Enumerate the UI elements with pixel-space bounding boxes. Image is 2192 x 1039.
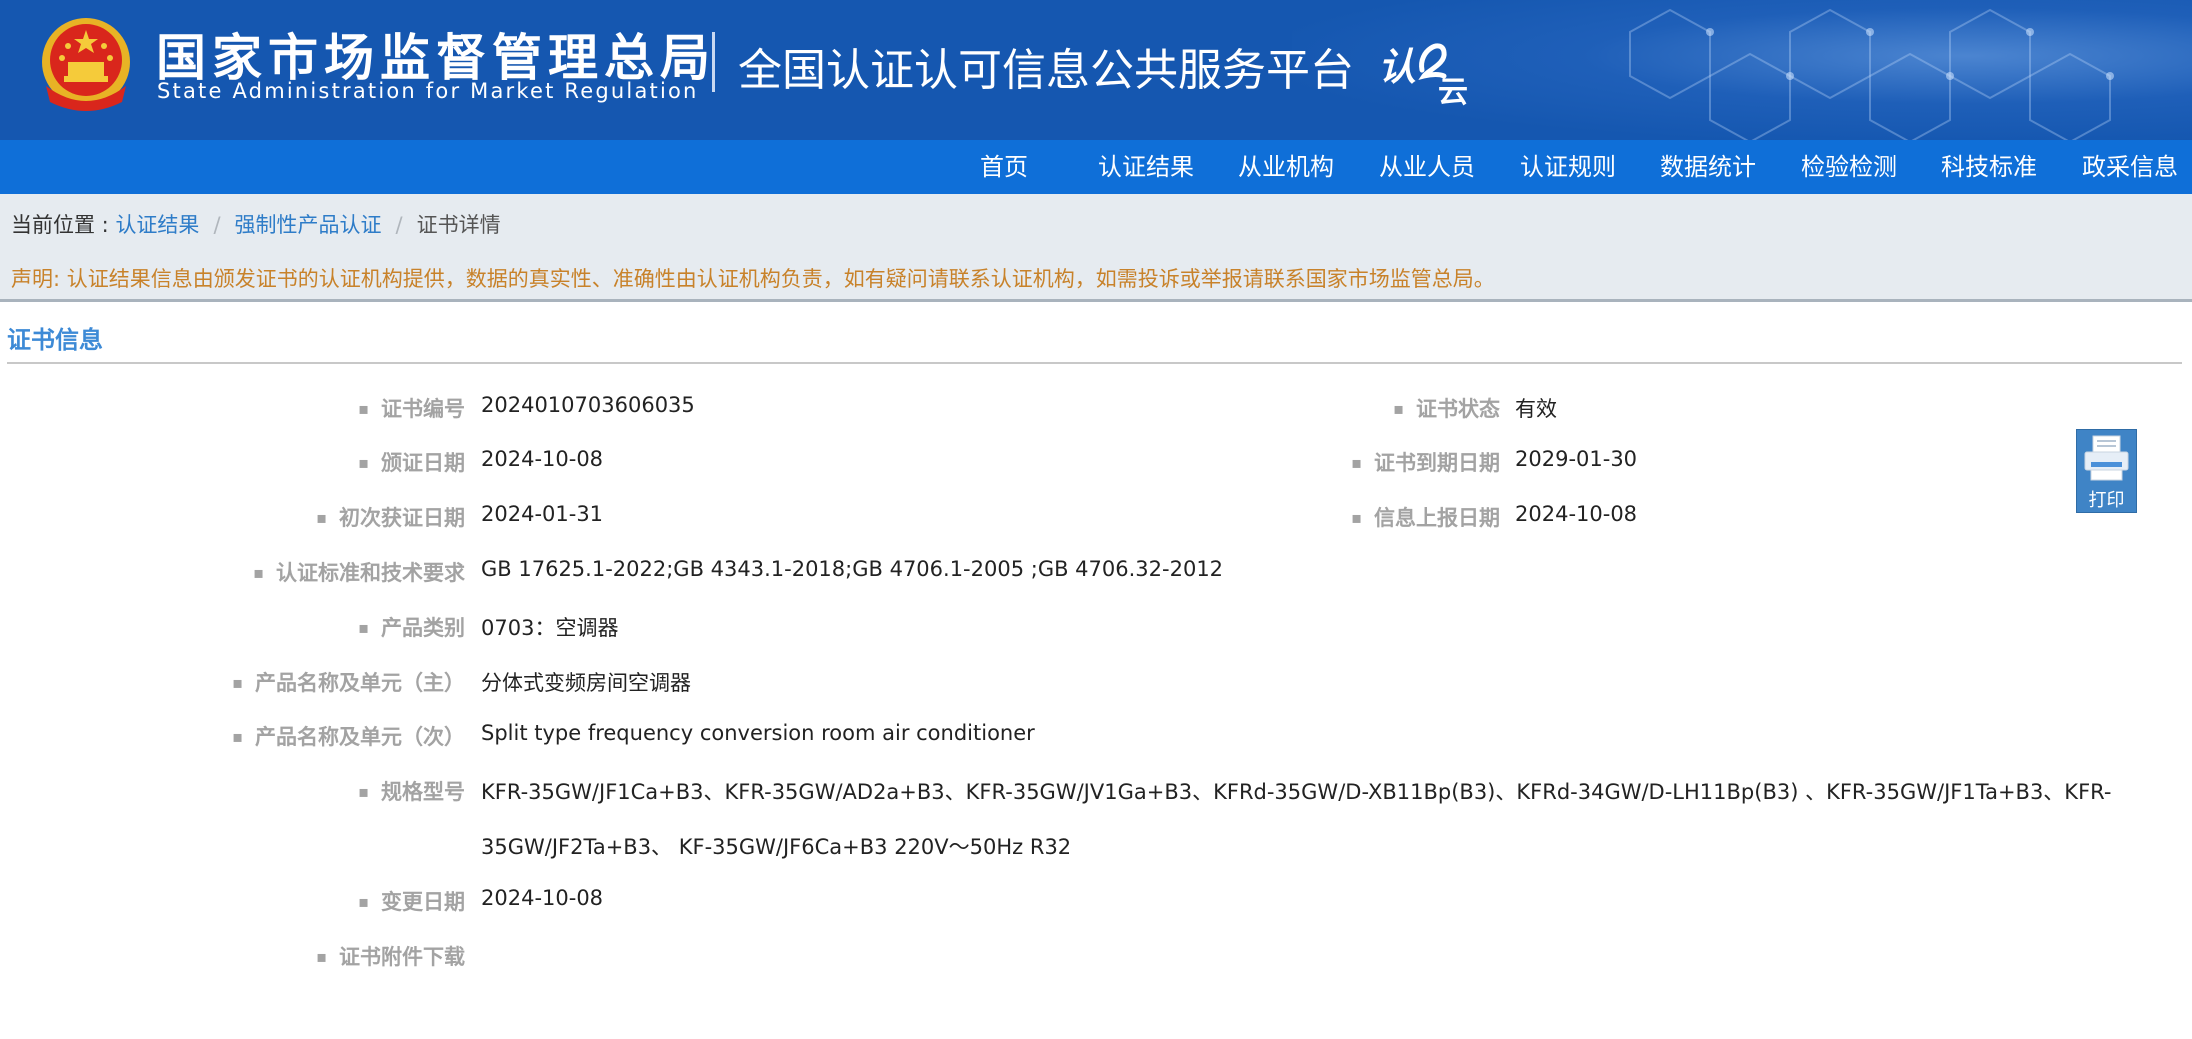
label-change-date: 变更日期 xyxy=(358,886,465,916)
nav-cert-rules[interactable]: 认证规则 xyxy=(1520,140,1616,194)
section-title: 证书信息 xyxy=(7,326,103,354)
breadcrumb: 当前位置 : 认证结果 / 强制性产品认证 / 证书详情 xyxy=(11,209,501,239)
breadcrumb-ccc[interactable]: 强制性产品认证 xyxy=(235,213,382,237)
label-first-date: 初次获证日期 xyxy=(316,502,465,532)
value-expire-date: 2029-01-30 xyxy=(1515,447,1638,471)
disclaimer-notice: 声明: 认证结果信息由颁发证书的认证机构提供，数据的真实性、准确性由认证机构负责… xyxy=(11,267,1495,291)
nav-statistics[interactable]: 数据统计 xyxy=(1660,140,1756,194)
platform-title: 全国认证认可信息公共服务平台 xyxy=(738,45,1354,96)
value-change-date: 2024-10-08 xyxy=(481,886,604,910)
label-model: 规格型号 xyxy=(358,776,465,806)
value-standards: GB 17625.1-2022;GB 4343.1-2018;GB 4706.1… xyxy=(481,557,1224,581)
svg-text:认: 认 xyxy=(1378,45,1416,89)
value-model-line2: 35GW/JF2Ta+B3、 KF-35GW/JF6Ca+B3 220V～50H… xyxy=(481,835,1072,859)
label-report-date: 信息上报日期 xyxy=(1351,502,1500,532)
value-product-name-sub: Split type frequency conversion room air… xyxy=(481,721,1035,745)
value-cert-no: 2024010703606035 xyxy=(481,393,695,417)
nav-home[interactable]: 首页 xyxy=(980,140,1028,194)
nav-cert-results[interactable]: 认证结果 xyxy=(1098,140,1194,194)
value-issue-date: 2024-10-08 xyxy=(481,447,604,471)
header-divider xyxy=(712,32,715,92)
value-category: 0703：空调器 xyxy=(481,616,619,640)
breadcrumb-current: 证书详情 xyxy=(416,213,501,237)
main-nav: 首页 认证结果 从业机构 从业人员 认证规则 数据统计 检验检测 科技标准 政采… xyxy=(0,140,2192,194)
value-cert-status: 有效 xyxy=(1515,397,1557,421)
national-emblem-icon xyxy=(42,18,130,111)
label-cert-no: 证书编号 xyxy=(358,393,465,423)
label-category: 产品类别 xyxy=(358,612,465,642)
nav-tech-standards[interactable]: 科技标准 xyxy=(1941,140,2037,194)
nav-institutions[interactable]: 从业机构 xyxy=(1238,140,1334,194)
label-product-name-sub: 产品名称及单元（次） xyxy=(232,721,465,751)
renyun-logo-icon: 认 云 xyxy=(1378,43,1468,106)
breadcrumb-separator: / xyxy=(395,213,403,237)
org-name-en: State Administration for Market Regulati… xyxy=(157,79,699,103)
value-report-date: 2024-10-08 xyxy=(1515,502,1638,526)
breadcrumb-separator: / xyxy=(213,213,221,237)
print-button-label: 打印 xyxy=(2088,490,2125,511)
section-divider xyxy=(7,362,2182,364)
value-product-name-main: 分体式变频房间空调器 xyxy=(481,671,691,695)
label-issue-date: 颁证日期 xyxy=(358,447,465,477)
nav-inspection[interactable]: 检验检测 xyxy=(1801,140,1897,194)
label-standards: 认证标准和技术要求 xyxy=(253,557,465,587)
breadcrumb-area: 当前位置 : 认证结果 / 强制性产品认证 / 证书详情 声明: 认证结果信息由颁发证书… xyxy=(0,194,2192,302)
print-button[interactable]: 打印 xyxy=(2076,429,2137,513)
label-expire-date: 证书到期日期 xyxy=(1351,447,1500,477)
nav-procurement[interactable]: 政采信息 xyxy=(2082,140,2178,194)
label-cert-status: 证书状态 xyxy=(1393,393,1500,423)
value-model-line1: KFR-35GW/JF1Ca+B3、KFR-35GW/AD2a+B3、KFR-3… xyxy=(481,780,2112,804)
breadcrumb-prefix: 当前位置 : xyxy=(11,213,116,237)
breadcrumb-cert-results[interactable]: 认证结果 xyxy=(115,213,199,237)
site-header: 国家市场监督管理总局 State Administration for Mark… xyxy=(0,0,2192,140)
label-attachment-download[interactable]: 证书附件下载 xyxy=(316,941,465,971)
value-first-date: 2024-01-31 xyxy=(481,502,604,526)
label-product-name-main: 产品名称及单元（主） xyxy=(232,667,465,697)
printer-icon xyxy=(2084,435,2129,481)
svg-text:云: 云 xyxy=(1438,75,1468,106)
nav-personnel[interactable]: 从业人员 xyxy=(1379,140,1475,194)
hexagon-pattern-decoration xyxy=(1629,8,2114,140)
